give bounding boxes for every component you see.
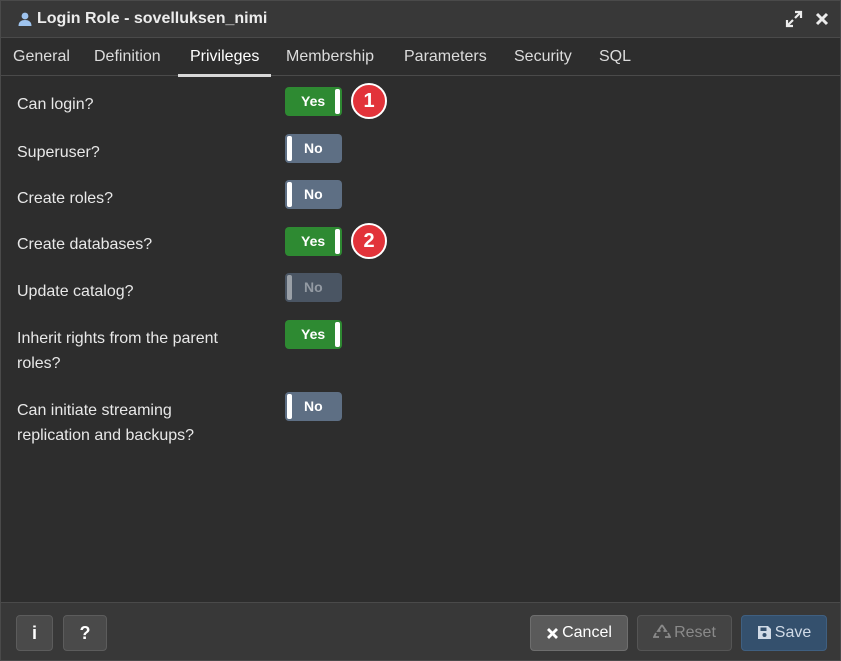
close-icon[interactable]	[812, 9, 832, 29]
tab-membership[interactable]: Membership	[286, 39, 374, 76]
create-roles-toggle[interactable]: No	[285, 180, 342, 209]
dialog-title: Login Role - sovelluksen_nimi	[37, 10, 268, 27]
title-bar[interactable]: Login Role - sovelluksen_nimi	[1, 1, 840, 38]
toggle-knob	[287, 394, 292, 419]
toggle-knob	[287, 136, 292, 161]
toggle-knob	[335, 89, 340, 114]
annotation-badge-1: 1	[351, 83, 387, 119]
close-icon	[547, 628, 559, 639]
tab-bar: General Definition Privileges Membership…	[1, 39, 840, 77]
tab-privileges[interactable]: Privileges	[177, 39, 272, 77]
toggle-value: No	[304, 186, 323, 202]
info-button[interactable]: i	[16, 615, 53, 651]
tab-parameters[interactable]: Parameters	[404, 39, 487, 76]
toggle-knob	[287, 182, 292, 207]
streaming-replication-label: Can initiate streaming replication and b…	[17, 402, 195, 444]
update-catalog-toggle: No	[285, 273, 342, 302]
privileges-panel: Can login? Yes 1 Superuser? No Create ro…	[1, 77, 840, 602]
reset-button[interactable]: Reset	[637, 615, 732, 651]
login-role-dialog: Login Role - sovelluksen_nimi General De…	[0, 0, 841, 661]
toggle-value: Yes	[301, 93, 326, 109]
floppy-disk-icon	[757, 626, 771, 639]
toggle-value: Yes	[301, 233, 326, 249]
dialog-footer: i ? Cancel Reset Save	[1, 602, 840, 660]
tab-sql[interactable]: SQL	[599, 39, 631, 76]
save-button[interactable]: Save	[741, 615, 827, 651]
tab-general[interactable]: General	[13, 39, 70, 76]
reset-button-label: Reset	[674, 624, 716, 641]
user-role-icon	[18, 12, 32, 26]
help-button[interactable]: ?	[63, 615, 107, 651]
expand-icon[interactable]	[784, 9, 804, 29]
superuser-toggle[interactable]: No	[285, 134, 342, 163]
tab-security[interactable]: Security	[514, 39, 572, 76]
cancel-button-label: Cancel	[562, 624, 612, 641]
tab-definition[interactable]: Definition	[94, 39, 161, 76]
save-button-label: Save	[774, 624, 812, 641]
toggle-knob	[335, 229, 340, 254]
can-login-label: Can login?	[17, 96, 94, 113]
toggle-value: No	[304, 140, 323, 156]
inherit-rights-toggle[interactable]: Yes	[285, 320, 342, 349]
toggle-knob	[287, 275, 292, 300]
update-catalog-label: Update catalog?	[17, 283, 134, 300]
superuser-label: Superuser?	[17, 144, 100, 161]
cancel-button[interactable]: Cancel	[530, 615, 628, 651]
toggle-value: No	[304, 279, 323, 295]
inherit-rights-label: Inherit rights from the parent roles?	[17, 330, 218, 372]
recycle-icon	[652, 624, 672, 638]
toggle-knob	[335, 322, 340, 347]
toggle-value: No	[304, 398, 323, 414]
create-roles-label: Create roles?	[17, 190, 114, 207]
annotation-badge-2: 2	[351, 223, 387, 259]
create-databases-toggle[interactable]: Yes	[285, 227, 342, 256]
create-databases-label: Create databases?	[17, 236, 153, 253]
toggle-value: Yes	[301, 326, 326, 342]
can-login-toggle[interactable]: Yes	[285, 87, 342, 116]
streaming-replication-toggle[interactable]: No	[285, 392, 342, 421]
